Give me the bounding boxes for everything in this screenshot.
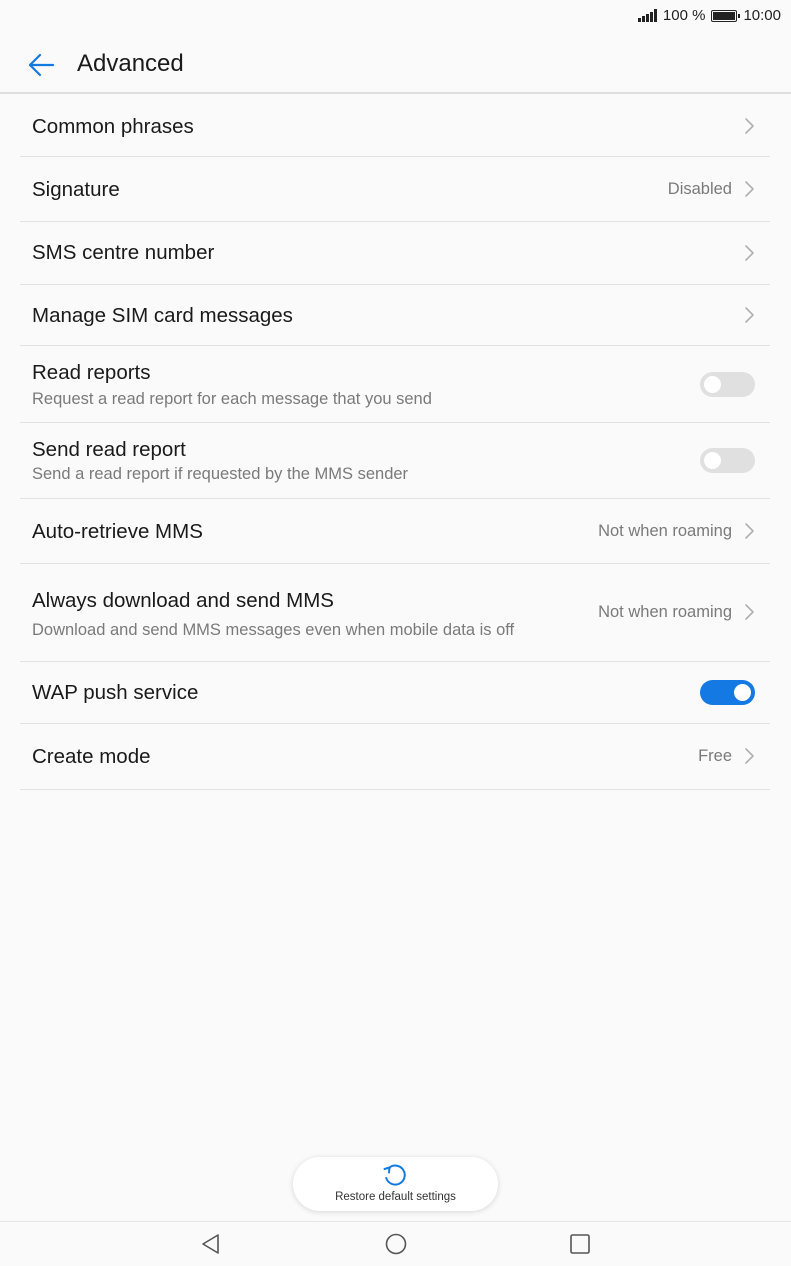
status-bar: 100 % 10:00 bbox=[0, 0, 791, 34]
setting-description: Send a read report if requested by the M… bbox=[32, 465, 409, 483]
toggle-switch[interactable] bbox=[700, 448, 755, 473]
nav-recents-icon[interactable] bbox=[568, 1232, 592, 1256]
status-indicators: 100 % 10:00 bbox=[638, 7, 781, 24]
setting-value: Not when roaming bbox=[598, 521, 732, 540]
battery-icon bbox=[711, 9, 741, 22]
nav-home-icon[interactable] bbox=[384, 1232, 408, 1256]
setting-row-send-read-report[interactable]: Send read report Send a read report if re… bbox=[20, 423, 770, 499]
restore-default-label: Restore default settings bbox=[335, 1191, 456, 1203]
chevron-right-icon bbox=[745, 244, 754, 261]
setting-row-auto-retrieve-mms[interactable]: Auto-retrieve MMS Not when roaming bbox=[20, 499, 770, 564]
toggle-knob bbox=[704, 375, 721, 393]
restore-default-button[interactable]: Restore default settings bbox=[293, 1157, 498, 1211]
setting-label: Auto-retrieve MMS bbox=[32, 520, 203, 543]
setting-value: Free bbox=[698, 747, 732, 765]
setting-label: Common phrases bbox=[32, 115, 194, 138]
battery-percent: 100 % bbox=[662, 7, 706, 24]
setting-value: Not when roaming bbox=[598, 603, 732, 621]
setting-label: SMS centre number bbox=[32, 241, 215, 264]
signal-icon bbox=[638, 9, 657, 22]
setting-label: Signature bbox=[32, 178, 120, 201]
setting-description: Download and send MMS messages even when… bbox=[32, 621, 515, 639]
setting-row-create-mode[interactable]: Create mode Free bbox=[20, 724, 770, 790]
setting-row-signature[interactable]: Signature Disabled bbox=[20, 157, 770, 222]
setting-label: Manage SIM card messages bbox=[32, 304, 293, 327]
arrow-left-icon[interactable] bbox=[26, 50, 56, 80]
chevron-right-icon bbox=[745, 180, 754, 197]
page-title: Advanced bbox=[77, 50, 184, 77]
setting-label: Read reports bbox=[32, 361, 151, 384]
toggle-switch[interactable] bbox=[700, 680, 755, 705]
setting-label: Always download and send MMS bbox=[32, 589, 334, 612]
setting-description: Request a read report for each message t… bbox=[32, 390, 432, 408]
toggle-switch[interactable] bbox=[700, 371, 755, 397]
setting-label: Send read report bbox=[32, 438, 186, 461]
chevron-right-icon bbox=[745, 522, 754, 539]
setting-value: Disabled bbox=[667, 179, 732, 198]
nav-back-icon[interactable] bbox=[199, 1232, 223, 1256]
toggle-knob bbox=[734, 684, 751, 701]
settings-list: Common phrases Signature Disabled SMS centr… bbox=[20, 96, 770, 790]
setting-label: WAP push service bbox=[32, 681, 199, 704]
setting-row-read-reports[interactable]: Read reports Request a read report for ea… bbox=[20, 346, 770, 423]
toggle-knob bbox=[704, 452, 721, 469]
clock: 10:00 bbox=[743, 7, 781, 24]
setting-row-manage-sim-card-messages[interactable]: Manage SIM card messages bbox=[20, 285, 770, 346]
setting-row-sms-centre-number[interactable]: SMS centre number bbox=[20, 222, 770, 285]
navigation-bar bbox=[0, 1221, 791, 1266]
chevron-right-icon bbox=[745, 117, 754, 134]
chevron-right-icon bbox=[745, 748, 754, 764]
battery-level bbox=[713, 11, 736, 20]
setting-label: Create mode bbox=[32, 745, 151, 768]
setting-row-always-download-and-send-mms[interactable]: Always download and send MMS Download and… bbox=[20, 564, 770, 662]
setting-row-wap-push-service[interactable]: WAP push service bbox=[20, 662, 770, 724]
chevron-right-icon bbox=[745, 604, 754, 620]
chevron-right-icon bbox=[745, 306, 754, 323]
setting-row-common-phrases[interactable]: Common phrases bbox=[20, 96, 770, 157]
restore-icon bbox=[383, 1164, 406, 1186]
app-bar: Advanced bbox=[0, 34, 791, 94]
